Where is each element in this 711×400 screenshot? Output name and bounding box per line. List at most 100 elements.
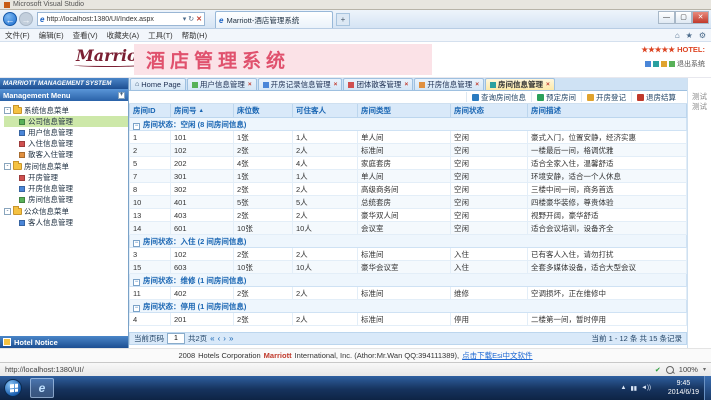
group-row[interactable]: − 房间状态：空闲 (8 间房间信息)	[129, 117, 687, 131]
zoom-level[interactable]: 100%	[679, 365, 698, 374]
browser-tab[interactable]: e Marriott-酒店管理系统	[215, 11, 333, 28]
group-row[interactable]: − 房间状态：停用 (1 间房间信息)	[129, 299, 687, 313]
show-desktop-button[interactable]	[704, 376, 711, 400]
table-row[interactable]: 8 302 2张 2人 高级商务间 空闲 三楼中间一间，商务首选	[129, 182, 687, 196]
collapse-icon[interactable]: −	[133, 278, 140, 286]
table-row[interactable]: 14 601 10张 10人 会议室 空闲 适合会议培训，设备齐全	[129, 221, 687, 235]
hotel-notice-bar[interactable]: Hotel Notice	[0, 336, 129, 348]
ie-taskbar-icon[interactable]: e	[30, 378, 54, 398]
expand-icon[interactable]: +	[118, 91, 125, 99]
forward-button[interactable]: →	[19, 12, 33, 26]
back-button[interactable]: ←	[3, 12, 17, 26]
menu-item[interactable]: 编辑(E)	[39, 30, 64, 41]
tab-close-icon[interactable]: ×	[334, 81, 338, 88]
network-icon[interactable]: ▮▮	[630, 385, 637, 392]
sidebar-item[interactable]: 房间信息管理	[4, 194, 128, 205]
tab-close-icon[interactable]: ×	[475, 81, 479, 88]
table-row[interactable]: 4 201 2张 2人 标准间 停用 二楼第一间，暂时停用	[129, 312, 687, 326]
menu-item[interactable]: 帮助(H)	[182, 30, 207, 41]
refresh-icon[interactable]: ↻	[188, 15, 194, 23]
column-header-label: 房间状态	[454, 106, 484, 115]
collapse-icon[interactable]: −	[133, 304, 140, 312]
sidebar-item[interactable]: 开房信息管理	[4, 183, 128, 194]
page-input[interactable]	[167, 333, 185, 344]
start-button[interactable]	[4, 379, 22, 397]
tree-group[interactable]: - 系统信息菜单	[4, 104, 128, 116]
tray-up-icon[interactable]: ▲	[621, 385, 627, 391]
address-dropdown-icon[interactable]: ▾	[183, 15, 187, 23]
new-tab-button[interactable]: +	[336, 13, 350, 26]
zoom-magnifier-icon[interactable]	[665, 365, 674, 374]
sidebar-item[interactable]: 开房管理	[4, 172, 128, 183]
column-header[interactable]: 床位数	[233, 104, 293, 118]
tab[interactable]: 房间信息管理 ×	[485, 78, 555, 90]
collapse-icon[interactable]: -	[4, 106, 11, 114]
tab[interactable]: 团体散客管理 ×	[343, 78, 414, 90]
table-row[interactable]: 5 202 4张 4人 家庭套房 空闲 适合全家入住，温馨舒适	[129, 156, 687, 170]
table-row[interactable]: 1 101 1张 1人 单人间 空闲 豪式入门，位置安静，经济实惠	[129, 130, 687, 144]
tab[interactable]: 用户信息管理 ×	[186, 78, 257, 90]
toolbar-button[interactable]: 查询房间信息	[466, 92, 531, 102]
collapse-icon[interactable]: −	[133, 122, 140, 130]
tab-close-icon[interactable]: ×	[248, 81, 252, 88]
table-cell: 601	[170, 221, 234, 235]
sidebar-item[interactable]: 用户信息管理	[4, 127, 128, 138]
tab[interactable]: ⌂ Home Page	[130, 78, 186, 90]
download-link[interactable]: 点击下载Esi中文软件	[462, 350, 532, 361]
close-button[interactable]: ✕	[692, 11, 709, 24]
zoom-dropdown-icon[interactable]: ▾	[703, 366, 706, 373]
tab[interactable]: 开房记录信息管理 ×	[257, 78, 343, 90]
logout-link[interactable]: 退出系统	[677, 59, 705, 69]
next-page-icon[interactable]: ›	[223, 334, 226, 343]
group-row[interactable]: − 房间状态：维修 (1 间房间信息)	[129, 273, 687, 287]
address-bar[interactable]: e http://localhost:1380/UI/Index.aspx ▾ …	[37, 12, 205, 26]
tab-close-icon[interactable]: ×	[404, 81, 408, 88]
toolbar-button[interactable]: 开房登记	[581, 92, 631, 102]
menu-item[interactable]: 文件(F)	[5, 30, 30, 41]
column-header[interactable]: 房间状态	[450, 104, 528, 118]
collapse-icon[interactable]: -	[4, 162, 11, 170]
sidebar-item[interactable]: 入住信息管理	[4, 138, 128, 149]
column-header[interactable]: 房间描述	[527, 104, 687, 118]
stop-icon[interactable]: ✕	[196, 15, 202, 23]
table-row[interactable]: 10 401 5张 5人 总统套房 空闲 四楼豪华装修，尊贵体验	[129, 195, 687, 209]
column-header[interactable]: 房间ID	[129, 104, 171, 118]
tab-label: Home Page	[141, 80, 181, 89]
sidebar-item[interactable]: 客人信息管理	[4, 217, 128, 228]
collapse-icon[interactable]: −	[133, 239, 140, 247]
toolbar-button[interactable]: 预定房间	[531, 92, 581, 102]
favorites-star-icon[interactable]: ★	[686, 31, 693, 40]
table-row[interactable]: 7 301 1张 1人 单人间 空闲 环境安静，适合一个人休息	[129, 169, 687, 183]
ie-favicon: e	[40, 14, 45, 24]
address-url[interactable]: http://localhost:1380/UI/Index.aspx	[46, 16, 180, 23]
collapse-icon[interactable]: -	[4, 207, 11, 215]
tools-gear-icon[interactable]: ⚙	[699, 31, 706, 40]
table-row[interactable]: 13 403 2张 2人 豪华双人间 空闲 视野开阔，豪华舒适	[129, 208, 687, 222]
menu-item[interactable]: 查看(V)	[73, 30, 98, 41]
minimize-button[interactable]: —	[658, 11, 675, 24]
tab[interactable]: 开房信息管理 ×	[414, 78, 485, 90]
tree-group[interactable]: - 房间信息菜单	[4, 160, 128, 172]
group-row[interactable]: − 房间状态：入住 (2 间房间信息)	[129, 234, 687, 248]
maximize-button[interactable]: ▢	[675, 11, 692, 24]
table-row[interactable]: 2 102 2张 2人 标准间 空闲 一楼最后一间，格调优雅	[129, 143, 687, 157]
column-header[interactable]: 可住客人	[292, 104, 358, 118]
volume-icon[interactable]: ◄))	[641, 385, 651, 391]
tree-group[interactable]: - 公众信息菜单	[4, 205, 128, 217]
column-header[interactable]: 房间号 ▲	[170, 104, 234, 118]
menu-item[interactable]: 收藏夹(A)	[107, 30, 140, 41]
table-row[interactable]: 3 102 2张 2人 标准间 入住 已有客人入住，请勿打扰	[129, 247, 687, 261]
column-header[interactable]: 房间类型	[357, 104, 451, 118]
home-icon[interactable]: ⌂	[675, 31, 680, 40]
menu-item[interactable]: 工具(T)	[148, 30, 173, 41]
table-row[interactable]: 15 603 10张 10人 豪华会议室 入住 全套多媒体设备，适合大型会议	[129, 260, 687, 274]
sidebar-item[interactable]: 公司信息管理	[4, 116, 128, 127]
prev-page-icon[interactable]: ‹	[218, 334, 221, 343]
table-row[interactable]: 11 402 2张 2人 标准间 维修 空调损坏，正在维修中	[129, 286, 687, 300]
first-page-icon[interactable]: «	[210, 334, 214, 343]
background-window[interactable]: Microsoft Visual Studio	[0, 0, 711, 10]
last-page-icon[interactable]: »	[229, 334, 233, 343]
tab-close-icon[interactable]: ×	[546, 81, 550, 88]
toolbar-button[interactable]: 退房结算	[631, 92, 681, 102]
sidebar-item[interactable]: 散客入住管理	[4, 149, 128, 160]
